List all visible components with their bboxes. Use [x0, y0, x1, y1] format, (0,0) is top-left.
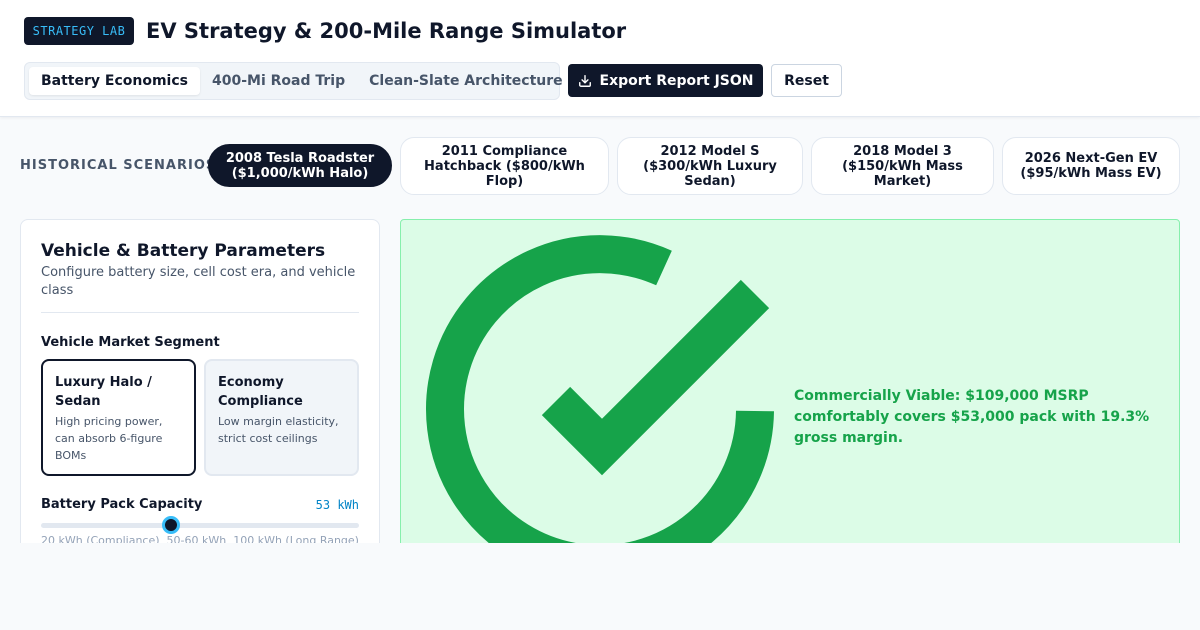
app-header: STRATEGY LAB EV Strategy & 200-Mile Rang… [0, 0, 1200, 117]
segment-name: Economy Compliance [218, 375, 303, 409]
capacity-slider-track[interactable] [41, 523, 359, 528]
panel-subtitle: Configure battery size, cell cost era, a… [41, 265, 356, 298]
segment-economy-compliance[interactable]: Economy Compliance Low margin elasticity… [204, 359, 359, 476]
result-card: Commercially Viable: $109,000 MSRP comfo… [400, 219, 1180, 543]
segment-label: Vehicle Market Segment [41, 335, 220, 350]
segment-luxury-halo[interactable]: Luxury Halo / Sedan High pricing power, … [41, 359, 196, 476]
download-icon [578, 74, 591, 87]
slider-ticks: 20 kWh (Compliance) 50-60 kWh 100 kWh (L… [41, 534, 359, 543]
vehicle-battery-panel: Vehicle & Battery Parameters Configure b… [20, 219, 380, 543]
tab-battery-economics[interactable]: Battery Economics [29, 67, 200, 95]
segment-name: Luxury Halo / Sedan [55, 375, 152, 409]
tab-road-trip[interactable]: 400-Mi Road Trip [200, 67, 357, 95]
capacity-slider-thumb[interactable] [162, 516, 181, 534]
result-message: Commercially Viable: $109,000 MSRP comfo… [794, 388, 1150, 446]
tick-label: 100 kWh (Long Range) [233, 534, 359, 543]
tab-bar: Battery Economics 400-Mi Road Trip Clean… [24, 62, 563, 100]
segment-desc: Low margin elasticity, strict cost ceili… [218, 415, 339, 445]
strategy-lab-badge: STRATEGY LAB [24, 17, 134, 45]
panel-title: Vehicle & Battery Parameters [41, 241, 326, 261]
content-area: Vehicle & Battery Parameters Configure b… [0, 118, 1200, 543]
segment-desc: High pricing power, can absorb 6-figure … [55, 415, 163, 462]
page-title: EV Strategy & 200-Mile Range Simulator [146, 19, 627, 43]
divider [41, 312, 359, 313]
reset-button[interactable]: Reset [771, 64, 842, 97]
export-report-label: Export Report JSON [599, 72, 754, 89]
check-circle-icon [426, 235, 774, 543]
tab-clean-slate-architecture[interactable]: Clean-Slate Architecture [357, 67, 575, 95]
capacity-value: 53 kWh [315, 498, 359, 512]
export-report-button[interactable]: Export Report JSON [568, 64, 763, 97]
capacity-label: Battery Pack Capacity [41, 497, 203, 512]
tick-label: 50-60 kWh [166, 534, 227, 543]
tick-label: 20 kWh (Compliance) [41, 534, 160, 543]
